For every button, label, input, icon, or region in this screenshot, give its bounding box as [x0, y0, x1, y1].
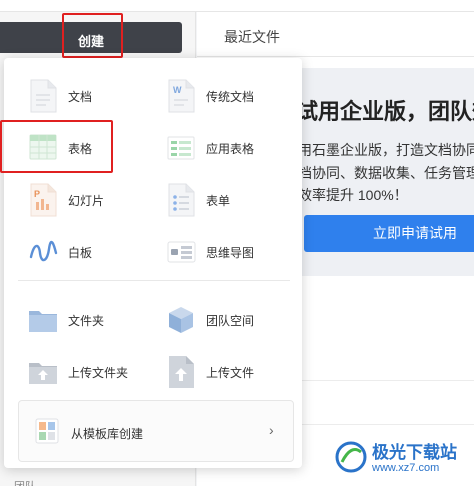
menu-divider — [18, 280, 290, 281]
menu-item-label: 幻灯片 — [68, 193, 105, 208]
apply-trial-button[interactable]: 立即申请试用 — [304, 215, 474, 252]
form-icon — [166, 183, 196, 217]
watermark-title: 极光下载站 — [372, 443, 457, 462]
top-bar — [0, 0, 474, 12]
menu-item-upload-folder[interactable]: 上传文件夹 — [28, 352, 128, 392]
svg-text:W: W — [173, 85, 182, 95]
upload-folder-icon — [28, 355, 58, 389]
menu-item-label: 应用表格 — [206, 141, 255, 156]
apply-trial-label: 立即申请试用 — [373, 225, 457, 241]
sheet-highlight-box — [0, 120, 113, 173]
menu-item-label: 表单 — [206, 193, 231, 208]
svg-text:P: P — [34, 189, 40, 199]
menu-item-label: 团队空间 — [206, 313, 255, 328]
word-doc-icon: W — [166, 79, 196, 113]
team-space-icon — [166, 303, 196, 337]
menu-item-mindmap[interactable]: 思维导图 — [166, 232, 254, 272]
whiteboard-icon — [28, 235, 58, 269]
menu-item-whiteboard[interactable]: 白板 — [28, 232, 92, 272]
menu-item-app-sheet[interactable]: 应用表格 — [166, 128, 254, 168]
menu-item-label: 思维导图 — [206, 245, 255, 260]
recent-files-title[interactable]: 最近文件 — [224, 27, 280, 47]
menu-item-label: 文件夹 — [68, 313, 105, 328]
folder-icon — [28, 303, 58, 337]
promo-line-1: 用石墨企业版，打造文档协同 — [298, 142, 474, 158]
watermark-url: www.xz7.com — [372, 462, 440, 474]
menu-item-folder[interactable]: 文件夹 — [28, 300, 104, 340]
app-sheet-icon — [166, 131, 196, 165]
menu-item-label: 上传文件夹 — [68, 365, 129, 380]
menu-item-team-space[interactable]: 团队空间 — [166, 300, 254, 340]
watermark-logo-icon — [334, 440, 368, 474]
promo-line-3: 效率提升 100%！ — [298, 187, 408, 203]
menu-item-label: 白板 — [68, 245, 93, 260]
list-divider — [298, 380, 474, 381]
slides-icon: P — [28, 183, 58, 217]
template-label: 从模板库创建 — [71, 427, 144, 441]
menu-item-label: 文档 — [68, 89, 93, 104]
create-from-template-button[interactable]: 从模板库创建 › — [18, 400, 294, 462]
menu-item-form[interactable]: 表单 — [166, 180, 230, 220]
list-divider — [298, 424, 474, 425]
chevron-right-icon: › — [269, 422, 274, 438]
sidebar-bottom-item[interactable]: 团队 — [14, 478, 36, 486]
menu-item-slides[interactable]: P 幻灯片 — [28, 180, 104, 220]
create-highlight-box — [62, 13, 123, 58]
site-watermark: 极光下载站 www.xz7.com — [334, 436, 474, 486]
menu-item-doc[interactable]: 文档 — [28, 76, 92, 116]
mindmap-icon — [166, 235, 196, 269]
menu-item-word-doc[interactable]: W 传统文档 — [166, 76, 254, 116]
doc-icon — [28, 79, 58, 113]
promo-title: 试用企业版，团队效 — [296, 99, 474, 124]
menu-item-label: 传统文档 — [206, 89, 255, 104]
template-icon — [35, 417, 59, 445]
promo-line-2: 档协同、数据收集、任务管理 — [298, 165, 474, 181]
menu-item-upload-file[interactable]: 上传文件 — [166, 352, 254, 392]
header-divider — [197, 56, 474, 57]
upload-file-icon — [166, 355, 196, 389]
menu-item-label: 上传文件 — [206, 365, 255, 380]
